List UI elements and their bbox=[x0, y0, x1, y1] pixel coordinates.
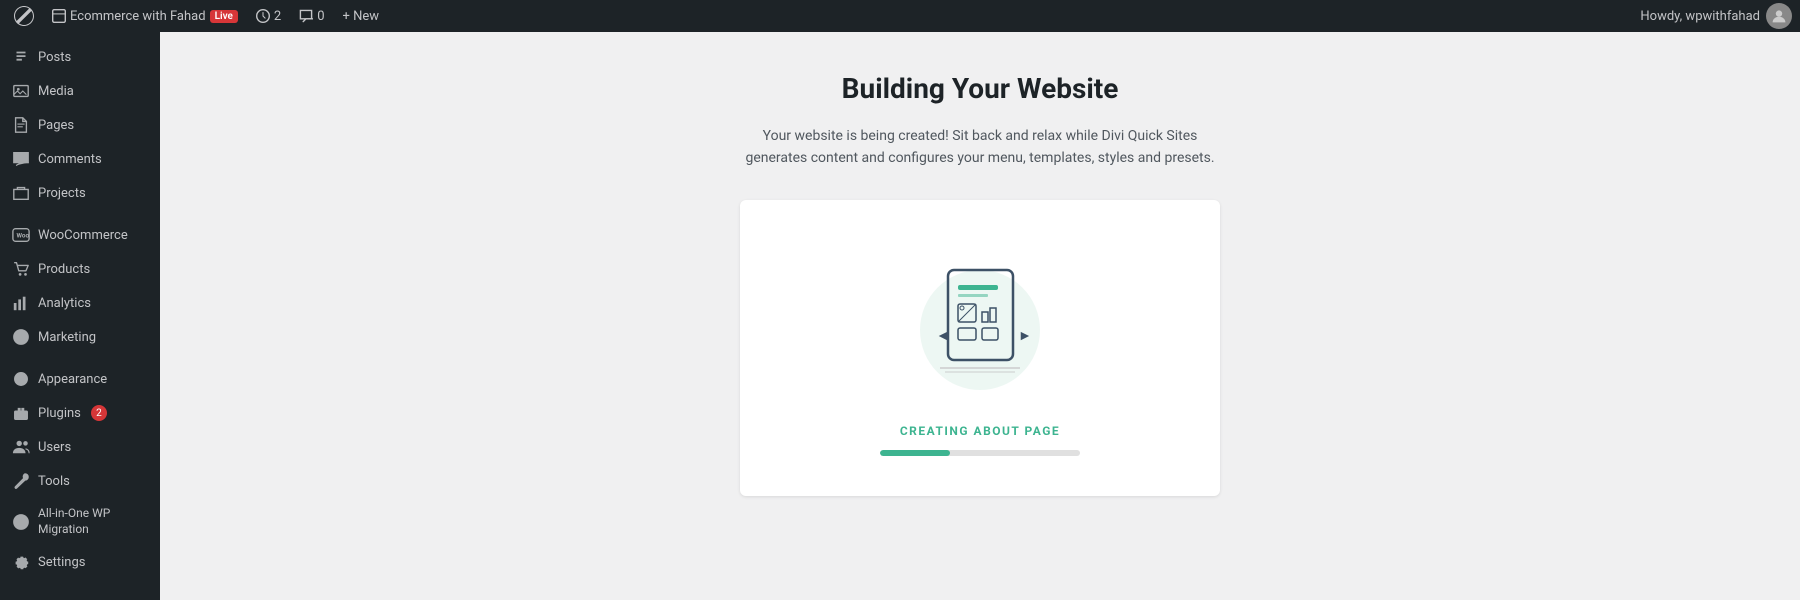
sidebar-label-migration: All-in-One WP Migration bbox=[38, 506, 148, 537]
tools-icon bbox=[12, 472, 30, 490]
admin-bar-right: Howdy, wpwithfahad bbox=[1640, 3, 1792, 29]
sidebar-item-users[interactable]: Users bbox=[0, 430, 160, 464]
sidebar-item-pages[interactable]: Pages bbox=[0, 108, 160, 142]
site-name-button[interactable]: Ecommerce with Fahad Live bbox=[46, 0, 244, 32]
avatar bbox=[1766, 3, 1792, 29]
sidebar-item-settings[interactable]: Settings bbox=[0, 545, 160, 579]
new-label: + New bbox=[343, 9, 380, 24]
woocommerce-icon: Woo bbox=[12, 226, 30, 244]
sidebar-label-users: Users bbox=[38, 440, 71, 455]
projects-icon bbox=[12, 184, 30, 202]
sidebar-item-posts[interactable]: Posts bbox=[0, 40, 160, 74]
svg-text:►: ► bbox=[1018, 328, 1032, 344]
layout: Posts Media Pages Comments bbox=[0, 32, 1800, 600]
sidebar-item-media[interactable]: Media bbox=[0, 74, 160, 108]
appearance-icon bbox=[12, 370, 30, 388]
sidebar-item-migration[interactable]: All-in-One WP Migration bbox=[0, 498, 160, 545]
sidebar-item-products[interactable]: Products bbox=[0, 252, 160, 286]
comments-icon bbox=[12, 150, 30, 168]
progress-bar-container bbox=[880, 450, 1080, 456]
sidebar-label-posts: Posts bbox=[38, 50, 71, 65]
sidebar-label-pages: Pages bbox=[38, 118, 74, 133]
sidebar-label-media: Media bbox=[38, 84, 74, 99]
sidebar-item-appearance[interactable]: Appearance bbox=[0, 362, 160, 396]
sidebar-label-marketing: Marketing bbox=[38, 330, 96, 345]
updates-count: 2 bbox=[274, 9, 281, 24]
sidebar-label-settings: Settings bbox=[38, 555, 85, 570]
sidebar: Posts Media Pages Comments bbox=[0, 32, 160, 600]
pages-icon bbox=[12, 116, 30, 134]
wp-logo-button[interactable] bbox=[8, 0, 40, 32]
sidebar-item-projects[interactable]: Projects bbox=[0, 176, 160, 210]
new-button[interactable]: + New bbox=[337, 0, 386, 32]
comments-button[interactable]: 0 bbox=[293, 0, 330, 32]
analytics-icon bbox=[12, 294, 30, 312]
sidebar-label-appearance: Appearance bbox=[38, 372, 107, 387]
users-icon bbox=[12, 438, 30, 456]
page-title: Building Your Website bbox=[842, 72, 1119, 105]
sidebar-item-tools[interactable]: Tools bbox=[0, 464, 160, 498]
sidebar-label-comments: Comments bbox=[38, 152, 102, 167]
sidebar-label-products: Products bbox=[38, 262, 90, 277]
sidebar-label-analytics: Analytics bbox=[38, 296, 91, 311]
migration-icon bbox=[12, 513, 30, 531]
sidebar-item-analytics[interactable]: Analytics bbox=[0, 286, 160, 320]
svg-text:◄: ◄ bbox=[936, 328, 950, 344]
building-card: ◄ ► CREATING ABOUT PAGE bbox=[740, 200, 1220, 496]
sidebar-label-tools: Tools bbox=[38, 474, 70, 489]
page-subtitle: Your website is being created! Sit back … bbox=[740, 125, 1220, 170]
sidebar-label-plugins: Plugins bbox=[38, 406, 81, 421]
sidebar-item-marketing[interactable]: Marketing bbox=[0, 320, 160, 354]
updates-button[interactable]: 2 bbox=[250, 0, 287, 32]
status-text: CREATING ABOUT PAGE bbox=[900, 424, 1060, 438]
main-content: Building Your Website Your website is be… bbox=[160, 32, 1800, 600]
media-icon bbox=[12, 82, 30, 100]
sidebar-label-woocommerce: WooCommerce bbox=[38, 228, 128, 243]
admin-bar: Ecommerce with Fahad Live 2 0 + New Howd… bbox=[0, 0, 1800, 32]
plugins-badge: 2 bbox=[91, 405, 107, 421]
progress-bar-fill bbox=[880, 450, 950, 456]
sidebar-item-plugins[interactable]: Plugins 2 bbox=[0, 396, 160, 430]
sidebar-item-comments[interactable]: Comments bbox=[0, 142, 160, 176]
settings-icon bbox=[12, 553, 30, 571]
sidebar-label-projects: Projects bbox=[38, 186, 86, 201]
sidebar-item-woocommerce[interactable]: Woo WooCommerce bbox=[0, 218, 160, 252]
plugins-icon bbox=[12, 404, 30, 422]
comments-count: 0 bbox=[317, 9, 324, 24]
live-badge: Live bbox=[210, 10, 238, 23]
building-illustration: ◄ ► bbox=[900, 240, 1060, 400]
site-name: Ecommerce with Fahad bbox=[70, 9, 206, 24]
admin-bar-left: Ecommerce with Fahad Live 2 0 + New bbox=[8, 0, 1636, 32]
products-icon bbox=[12, 260, 30, 278]
marketing-icon bbox=[12, 328, 30, 346]
howdy-text: Howdy, wpwithfahad bbox=[1640, 9, 1760, 24]
svg-text:Woo: Woo bbox=[17, 232, 30, 240]
posts-icon bbox=[12, 48, 30, 66]
